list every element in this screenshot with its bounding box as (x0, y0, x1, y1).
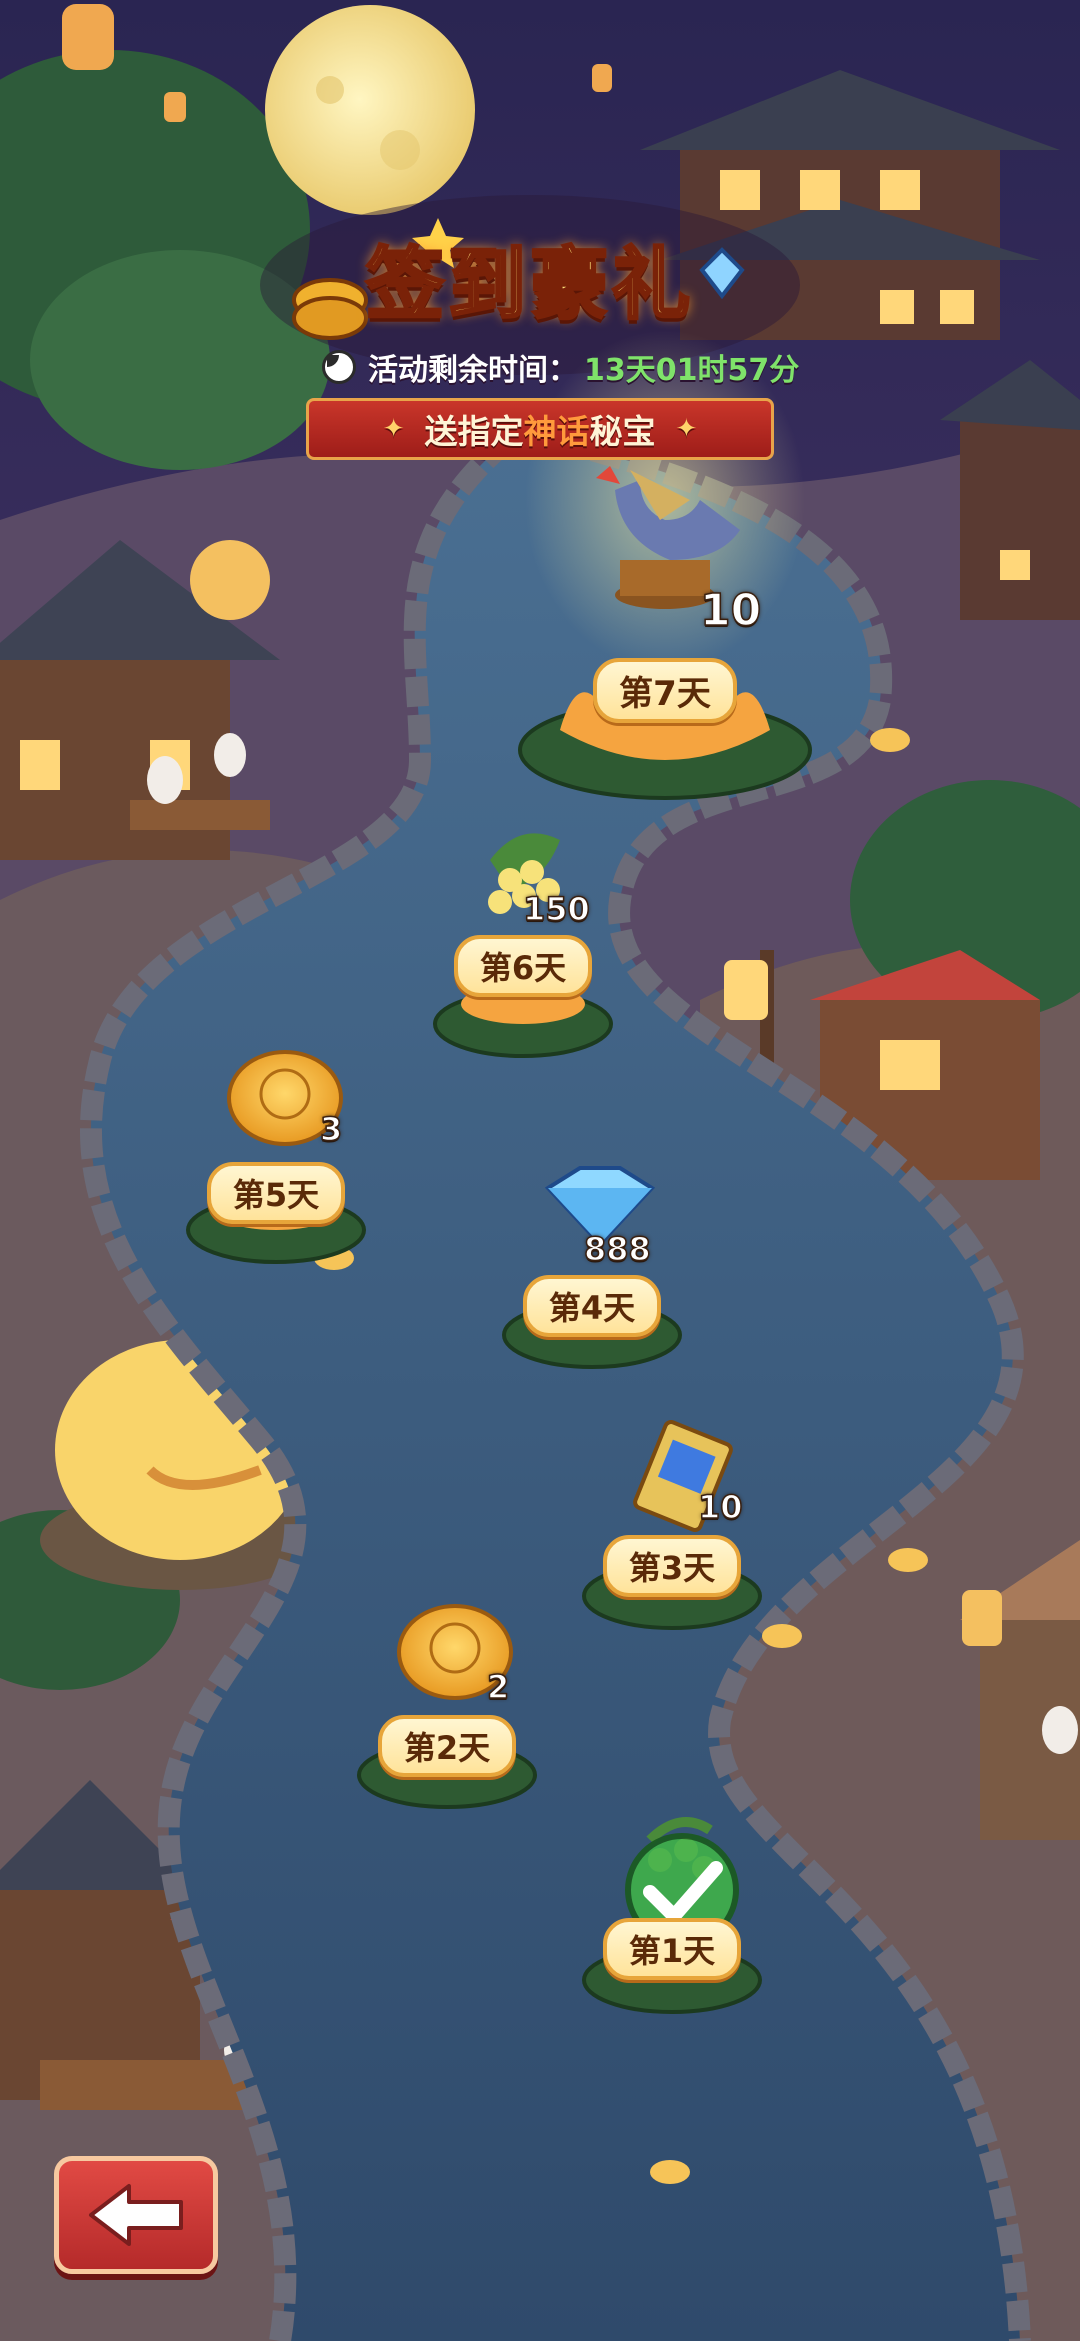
day-2-reward[interactable]: 2 第2天 (359, 1600, 535, 1820)
reward-quantity: 888 (583, 1229, 651, 1269)
day-label: 第6天 (435, 935, 611, 997)
arrow-left-icon (89, 2184, 183, 2246)
day-7-reward[interactable]: 10 第7天 (540, 440, 790, 780)
day-5-reward[interactable]: 3 第5天 (188, 1040, 364, 1260)
clock-icon (322, 350, 356, 384)
sparkle-icon: ✦ (382, 414, 405, 444)
day-label: 第4天 (504, 1275, 680, 1337)
reward-quantity: 10 (697, 1487, 743, 1527)
event-timer: 活动剩余时间： 13天01时57分 (322, 346, 799, 388)
timer-value: 13天01时57分 (584, 353, 800, 388)
day-3-reward[interactable]: 10 第3天 (584, 1420, 760, 1640)
day-label: 第7天 (540, 658, 790, 723)
day-label: 第3天 (584, 1535, 760, 1597)
day-6-reward[interactable]: 150 第6天 (435, 820, 611, 1040)
event-title: 签到豪礼 (364, 238, 694, 332)
reward-quantity: 3 (319, 1109, 343, 1149)
ribbon-prefix: 送指定 (424, 412, 524, 451)
day-label: 第1天 (584, 1918, 760, 1980)
day-4-reward[interactable]: 888 第4天 (504, 1160, 680, 1380)
reward-quantity: 10 (699, 584, 762, 637)
day-label: 第2天 (359, 1715, 535, 1777)
day-1-reward[interactable]: 第1天 (584, 1808, 760, 2028)
reward-quantity: 150 (522, 889, 590, 929)
day-label: 第5天 (188, 1162, 364, 1224)
reward-quantity: 2 (486, 1667, 510, 1707)
back-button[interactable] (54, 2156, 218, 2274)
timer-label: 活动剩余时间： (368, 353, 578, 388)
